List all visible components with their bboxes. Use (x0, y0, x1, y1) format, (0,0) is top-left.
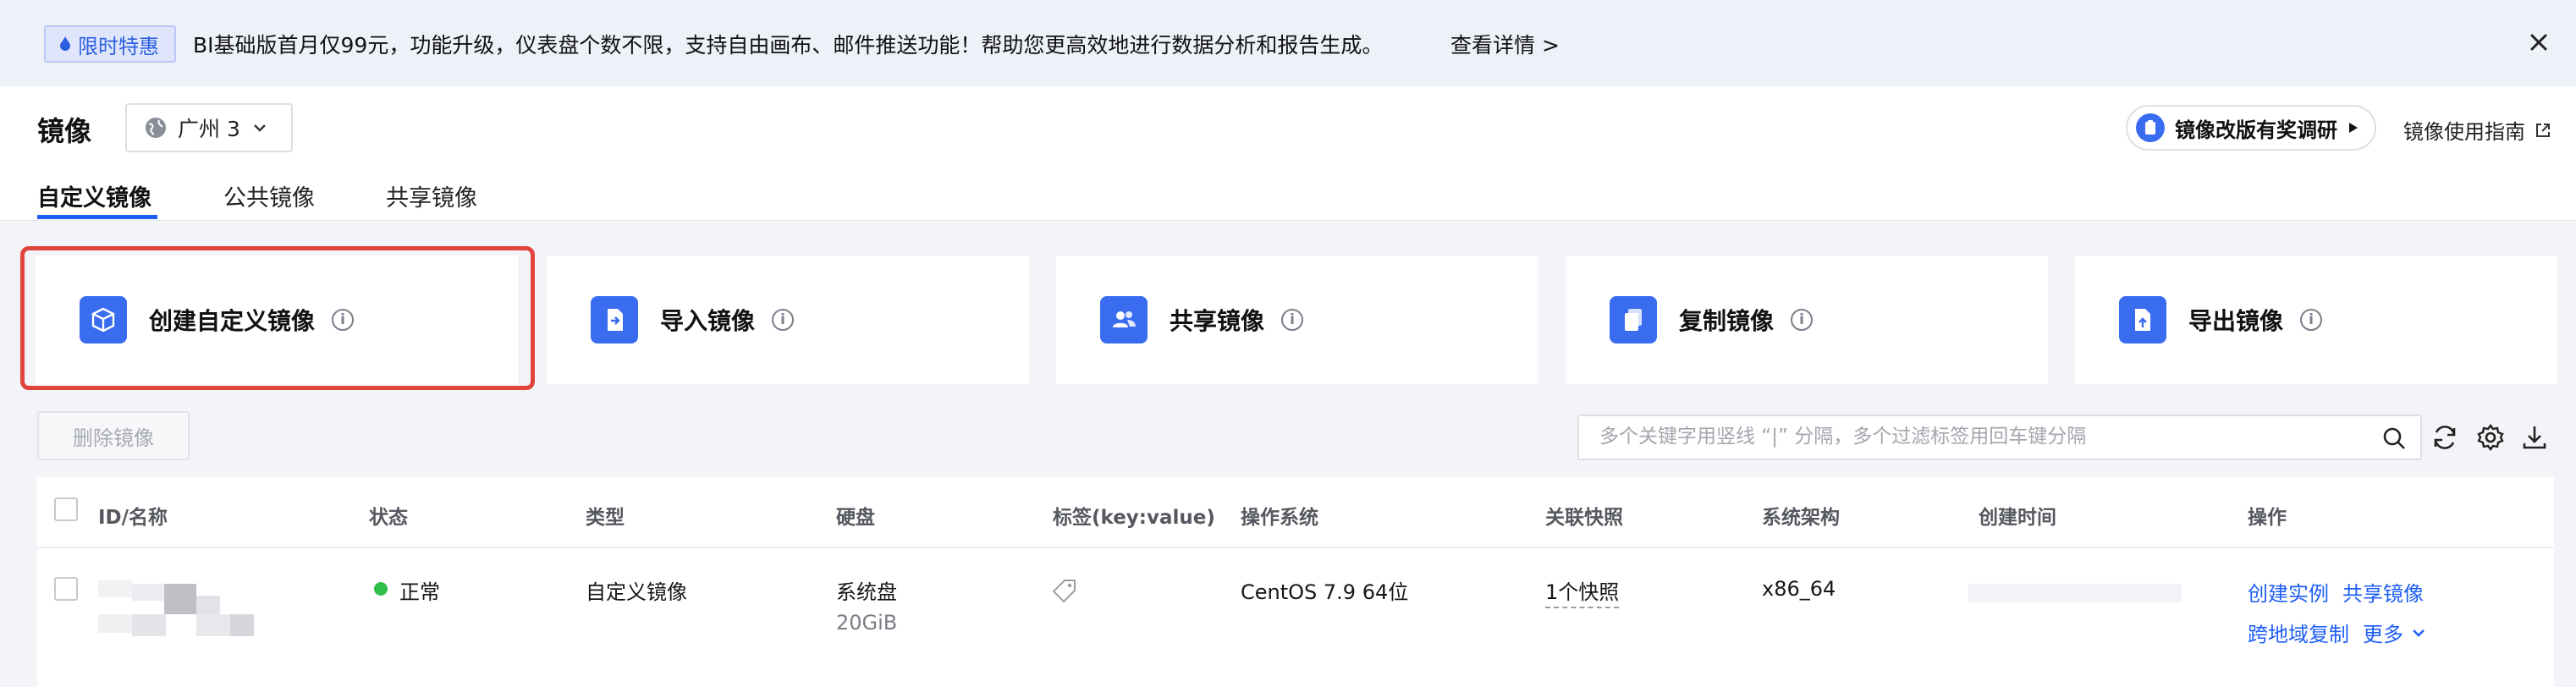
flame-icon (60, 36, 70, 51)
play-arrow-icon (2349, 123, 2358, 133)
create-custom-image-label: 创建自定义镜像 (149, 307, 316, 335)
copy-image-card[interactable]: 复制镜像 i (1566, 256, 2048, 384)
info-icon[interactable]: i (332, 309, 355, 331)
external-link-icon (2536, 123, 2550, 137)
create-instance-link[interactable]: 创建实例 (2248, 577, 2329, 607)
column-header-disk: 硬盘 (836, 507, 875, 529)
column-header-type: 类型 (586, 507, 625, 529)
column-header-snapshot: 关联快照 (1545, 507, 1623, 529)
tab-public-image[interactable]: 公共镜像 (223, 179, 315, 212)
promo-tag-label: 限时特惠 (78, 34, 159, 58)
cross-region-copy-link[interactable]: 跨地域复制 (2248, 618, 2349, 647)
survey-button[interactable]: 镜像改版有奖调研 (2126, 105, 2376, 151)
snapshot-link[interactable]: 1个快照 (1545, 575, 1620, 608)
cube-icon (80, 296, 127, 344)
promo-details-link[interactable]: 查看详情 > (1450, 29, 1560, 59)
banner-close-button[interactable] (2522, 25, 2556, 59)
column-header-tags: 标签(key:value) (1053, 507, 1215, 529)
redacted-image-id-name[interactable] (98, 580, 293, 648)
search-input[interactable] (1598, 425, 2363, 448)
column-header-os: 操作系统 (1241, 507, 1318, 529)
promo-tag: 限时特惠 (44, 25, 176, 63)
delete-image-button[interactable]: 删除镜像 (37, 411, 190, 460)
import-image-label: 导入镜像 (660, 307, 756, 335)
status-dot-icon (374, 582, 388, 596)
share-image-label: 共享镜像 (1170, 307, 1265, 335)
export-image-label: 导出镜像 (2188, 307, 2284, 335)
share-image-card[interactable]: 共享镜像 i (1056, 256, 1538, 384)
tab-active-indicator (37, 215, 157, 219)
copy-image-label: 复制镜像 (1679, 307, 1775, 335)
create-custom-image-card[interactable]: 创建自定义镜像 i (36, 256, 518, 384)
search-box[interactable] (1577, 415, 2422, 460)
region-select[interactable]: 广州 3 (125, 103, 293, 152)
survey-icon (2136, 113, 2165, 142)
redacted-created-time (1968, 584, 2182, 602)
disk-name: 系统盘 (836, 580, 897, 604)
guide-link[interactable]: 镜像使用指南 (2403, 115, 2552, 145)
refresh-icon[interactable] (2429, 421, 2461, 453)
column-header-actions: 操作 (2248, 507, 2287, 529)
column-header-created-time: 创建时间 (1979, 507, 2056, 529)
share-image-link[interactable]: 共享镜像 (2342, 577, 2424, 607)
guide-label: 镜像使用指南 (2403, 120, 2525, 144)
tab-custom-image[interactable]: 自定义镜像 (37, 179, 151, 212)
settings-gear-icon[interactable] (2474, 421, 2507, 453)
info-icon[interactable]: i (772, 309, 795, 331)
arch-text: x86_64 (1762, 577, 1836, 601)
region-label: 广州 3 (178, 117, 240, 141)
chevron-down-icon (254, 124, 266, 132)
tab-shared-image[interactable]: 共享镜像 (386, 179, 477, 212)
close-icon (2530, 34, 2547, 51)
os-text: CentOS 7.9 64位 (1241, 580, 1409, 604)
info-icon[interactable]: i (1791, 309, 1814, 331)
more-actions-dropdown[interactable]: 更多 (2363, 618, 2427, 647)
export-image-card[interactable]: 导出镜像 i (2075, 256, 2557, 384)
row-checkbox[interactable] (54, 577, 78, 601)
disk-size: 20GiB (836, 611, 898, 635)
more-label: 更多 (2363, 623, 2403, 646)
info-icon[interactable]: i (2300, 309, 2323, 331)
import-image-card[interactable]: 导入镜像 i (547, 256, 1029, 384)
users-icon (1100, 296, 1148, 344)
chevron-down-icon (2413, 629, 2425, 637)
select-all-checkbox[interactable] (54, 497, 78, 521)
column-header-id-name[interactable]: ID/名称 (98, 501, 168, 530)
import-icon (591, 296, 638, 344)
promo-text: BI基础版首月仅99元，功能升级，仪表盘个数不限，支持自由画布、邮件推送功能！帮… (193, 33, 1384, 58)
page-title: 镜像 (37, 115, 92, 147)
tag-edit-icon[interactable] (1051, 577, 1078, 604)
column-header-arch: 系统架构 (1762, 507, 1840, 529)
globe-icon (146, 118, 166, 138)
download-icon[interactable] (2518, 421, 2551, 453)
column-header-status: 状态 (369, 507, 408, 529)
copy-icon (1610, 296, 1657, 344)
survey-label: 镜像改版有奖调研 (2175, 118, 2337, 142)
status-text: 正常 (399, 580, 440, 604)
type-text: 自定义镜像 (586, 580, 687, 604)
info-icon[interactable]: i (1281, 309, 1304, 331)
export-icon (2119, 296, 2166, 344)
search-icon[interactable] (2381, 426, 2407, 451)
